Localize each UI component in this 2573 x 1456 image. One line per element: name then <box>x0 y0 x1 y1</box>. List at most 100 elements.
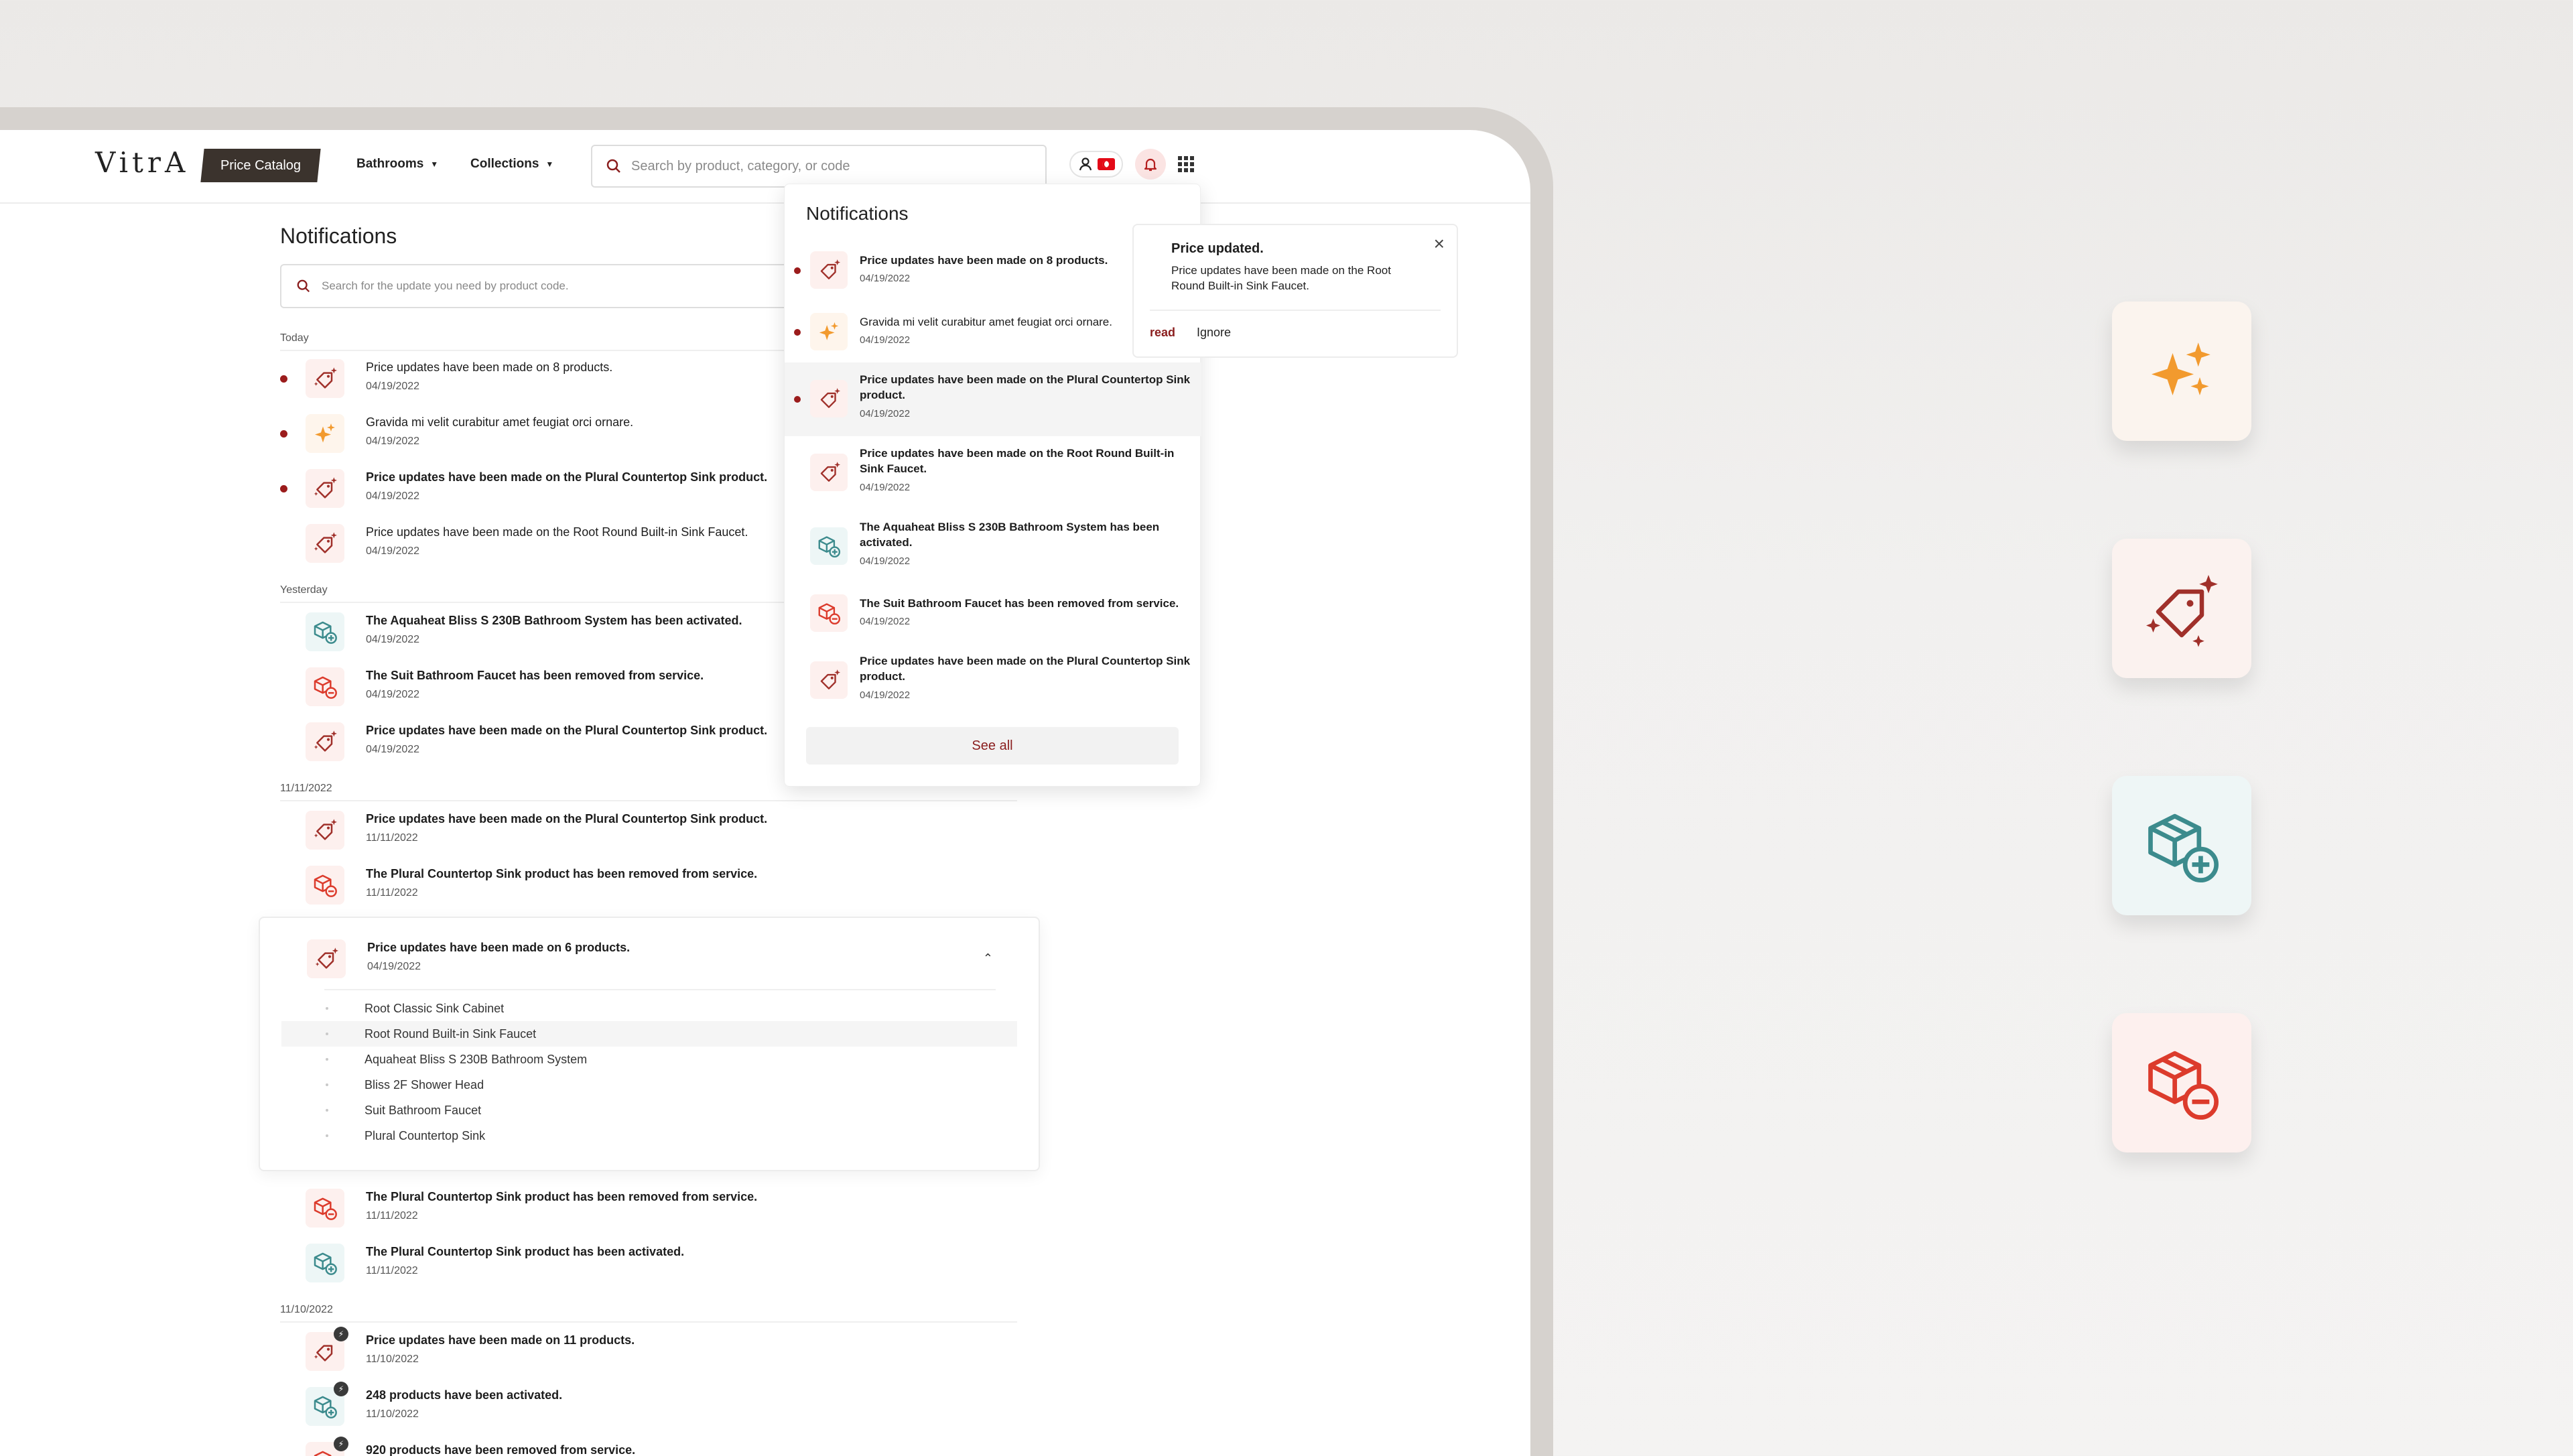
top-header: VitrA Price Catalog Bathrooms ▼ Collecti… <box>0 130 1530 204</box>
header-search-placeholder: Search by product, category, or code <box>631 158 850 174</box>
notification-title: The Suit Bathroom Faucet has been remove… <box>366 669 704 682</box>
notification-date: 04/19/2022 <box>366 436 420 447</box>
box-remove-icon <box>810 594 848 632</box>
product-name: Plural Countertop Sink <box>365 1128 486 1142</box>
notification-title: Price updates have been made on the Root… <box>860 447 1175 475</box>
sparkle-icon <box>306 414 344 453</box>
turkey-flag-icon <box>1098 158 1115 170</box>
product-name: Root Round Built-in Sink Faucet <box>365 1027 537 1041</box>
group-label-yesterday: Yesterday <box>280 584 328 596</box>
notification-date: 04/19/2022 <box>860 482 911 493</box>
notification-date: 04/19/2022 <box>860 273 911 284</box>
vitra-logo[interactable]: VitrA <box>95 146 189 179</box>
notification-date: 04/19/2022 <box>366 689 420 700</box>
product-list-item[interactable]: Bliss 2F Shower Head <box>281 1072 1017 1098</box>
notification-title: Price updates have been made on the Plur… <box>366 812 768 825</box>
list-item[interactable]: ⚡ 248 products have been activated. 11/1… <box>280 1379 1017 1434</box>
notification-date: 04/19/2022 <box>366 545 420 557</box>
price-catalog-label: Price Catalog <box>220 157 302 173</box>
group-label-date: 11/10/2022 <box>280 1304 333 1315</box>
notification-title: Price updates have been made on the Plur… <box>860 373 1191 401</box>
box-remove-icon <box>2112 1013 2251 1152</box>
user-icon <box>1079 157 1092 171</box>
product-name: Root Classic Sink Cabinet <box>365 1001 505 1015</box>
product-list-item[interactable]: Root Round Built-in Sink Faucet <box>281 1021 1017 1047</box>
unread-dot <box>280 485 287 492</box>
dropdown-item[interactable]: The Aquaheat Bliss S 230B Bathroom Syste… <box>785 510 1201 584</box>
list-item[interactable]: Price updates have been made on 6 produc… <box>281 931 1017 986</box>
price-catalog-badge[interactable]: Price Catalog <box>200 149 321 182</box>
notification-date: 04/19/2022 <box>860 334 911 346</box>
notification-date: 11/11/2022 <box>366 1210 418 1221</box>
nav-collections[interactable]: Collections ▼ <box>470 157 553 172</box>
box-add-icon <box>2112 776 2251 915</box>
price-tag-icon <box>810 251 848 289</box>
close-icon[interactable]: × <box>1434 233 1445 255</box>
nav-bathrooms[interactable]: Bathrooms ▼ <box>356 157 438 172</box>
price-tag-icon <box>810 661 848 699</box>
product-name: Suit Bathroom Faucet <box>365 1103 482 1117</box>
search-icon <box>297 279 310 293</box>
price-tag-icon <box>306 722 344 761</box>
notification-title: Price updates have been made on 11 produ… <box>366 1333 635 1347</box>
bolt-badge-icon: ⚡ <box>334 1437 348 1451</box>
divider <box>280 800 1017 801</box>
bolt-badge-icon: ⚡ <box>334 1382 348 1396</box>
notification-date: 04/19/2022 <box>860 555 911 567</box>
expanded-notification-card[interactable]: Price updates have been made on 6 produc… <box>259 917 1040 1171</box>
page-title: Notifications <box>280 224 397 248</box>
notification-title: Price updates have been made on 8 produc… <box>366 360 613 374</box>
price-tag-icon <box>810 380 848 417</box>
notification-date: 04/19/2022 <box>860 689 911 701</box>
list-item[interactable]: Price updates have been made on the Plur… <box>280 803 1017 858</box>
dropdown-item[interactable]: Price updates have been made on the Plur… <box>785 644 1201 718</box>
apps-grid-icon[interactable] <box>1178 156 1194 172</box>
notification-title: Price updates have been made on 6 produc… <box>367 941 631 954</box>
price-tag-icon: ⚡ <box>306 1327 348 1371</box>
divider <box>280 1321 1017 1323</box>
notification-title: Price updates have been made on the Plur… <box>860 655 1191 683</box>
notification-title: Price updates have been made on the Plur… <box>366 470 768 484</box>
box-remove-icon: ⚡ <box>306 1437 348 1456</box>
list-item[interactable]: ⚡ Price updates have been made on 11 pro… <box>280 1324 1017 1379</box>
notification-date: 04/19/2022 <box>366 634 420 645</box>
list-item[interactable]: ⚡ 920 products have been removed from se… <box>280 1434 1017 1456</box>
box-add-icon <box>810 527 848 565</box>
notification-title: Price updates have been made on the Root… <box>366 525 748 539</box>
ignore-button[interactable]: Ignore <box>1197 326 1231 340</box>
product-list-item[interactable]: Aquaheat Bliss S 230B Bathroom System <box>281 1047 1017 1072</box>
chevron-up-icon[interactable]: ⌃ <box>983 951 993 966</box>
list-item[interactable]: The Plural Countertop Sink product has b… <box>280 1181 1017 1236</box>
list-item[interactable]: The Plural Countertop Sink product has b… <box>280 858 1017 913</box>
list-item[interactable]: The Plural Countertop Sink product has b… <box>280 1236 1017 1290</box>
notification-search-input[interactable]: Search for the update you need by produc… <box>280 264 789 308</box>
chevron-down-icon: ▼ <box>545 159 554 169</box>
group-label-today: Today <box>280 332 309 344</box>
sparkle-icon <box>810 313 848 350</box>
price-tag-icon <box>306 469 344 508</box>
nav-bathrooms-label: Bathrooms <box>356 157 424 171</box>
see-all-button[interactable]: See all <box>806 727 1179 765</box>
product-list-item[interactable]: Root Classic Sink Cabinet <box>281 996 1017 1021</box>
price-tag-icon <box>307 939 346 978</box>
dropdown-item[interactable]: The Suit Bathroom Faucet has been remove… <box>785 584 1201 644</box>
notification-title: The Plural Countertop Sink product has b… <box>366 1245 685 1258</box>
product-list-item[interactable]: Suit Bathroom Faucet <box>281 1098 1017 1123</box>
product-list-item[interactable]: Plural Countertop Sink <box>281 1123 1017 1148</box>
notification-date: 04/19/2022 <box>366 381 420 392</box>
unread-dot <box>280 430 287 438</box>
price-tag-icon <box>306 359 344 398</box>
price-tag-icon <box>810 454 848 491</box>
notification-date: 04/19/2022 <box>367 961 421 972</box>
dropdown-item[interactable]: Price updates have been made on the Plur… <box>785 362 1201 436</box>
notifications-bell-button[interactable] <box>1135 149 1166 180</box>
notification-date: 04/19/2022 <box>366 744 420 755</box>
notification-title: The Aquaheat Bliss S 230B Bathroom Syste… <box>860 521 1160 549</box>
unread-dot <box>794 329 801 336</box>
mark-read-button[interactable]: read <box>1150 326 1175 340</box>
user-language-button[interactable] <box>1069 151 1123 178</box>
notification-date: 11/10/2022 <box>366 1353 419 1365</box>
dropdown-item[interactable]: Price updates have been made on the Root… <box>785 436 1201 510</box>
divider <box>324 989 996 990</box>
header-search-input[interactable]: Search by product, category, or code <box>591 145 1047 188</box>
